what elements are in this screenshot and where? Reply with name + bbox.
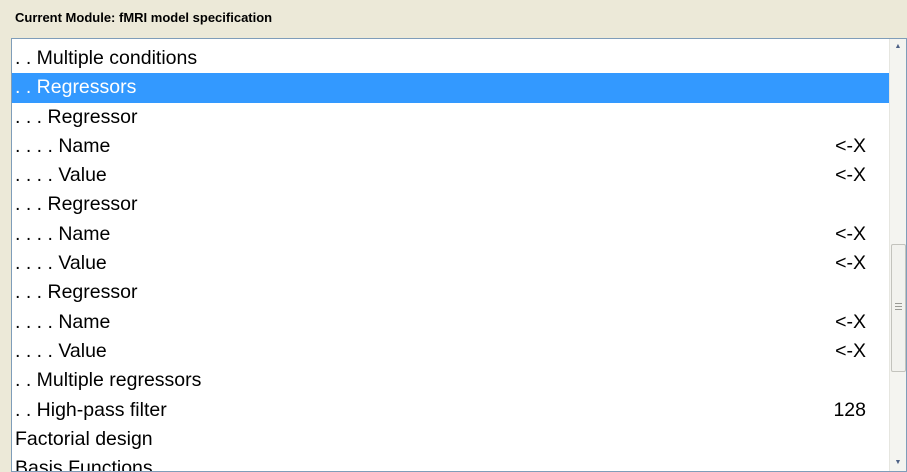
list-rows: . . Multiple conditions . . Regressors . .…	[12, 44, 890, 472]
list-item-label: . . Multiple regressors	[15, 369, 202, 392]
vertical-scrollbar[interactable]: ▲ ▼	[889, 39, 906, 471]
list-item[interactable]: . . Multiple conditions	[12, 44, 890, 73]
list-item-label: . . . . Value	[15, 164, 107, 187]
list-item[interactable]: Basis Functions	[12, 454, 890, 472]
list-item[interactable]: . . . . Name <-X	[12, 220, 890, 249]
list-item-value: <-X	[835, 310, 866, 333]
list-item[interactable]: . . . . Value <-X	[12, 161, 890, 190]
list-item-label: . . . Regressor	[15, 193, 138, 216]
module-header: Current Module: fMRI model specification	[0, 0, 907, 38]
list-item-label: Factorial design	[15, 427, 153, 450]
list-item-label: . . . . Name	[15, 222, 111, 245]
list-item-label: . . . . Name	[15, 310, 111, 333]
list-item-label: . . . . Name	[15, 134, 111, 157]
list-item[interactable]: . . Regressors	[12, 73, 890, 103]
list-item-label: . . Regressors	[15, 76, 137, 99]
module-title: Current Module: fMRI model specification	[15, 10, 273, 25]
list-item[interactable]: . . High-pass filter 128	[12, 396, 890, 425]
list-item-value: <-X	[835, 339, 866, 362]
list-item-label: . . . . Value	[15, 252, 107, 275]
list-item-label: . . . Regressor	[15, 105, 138, 128]
list-item[interactable]: . . . Regressor	[12, 103, 890, 132]
list-item-value: 128	[833, 398, 866, 421]
list-item[interactable]: . . . Regressor	[12, 190, 890, 219]
list-item-label: . . . Regressor	[15, 281, 138, 304]
grip-icon	[895, 303, 902, 310]
list-item[interactable]: . . . . Value <-X	[12, 337, 890, 366]
list-item-label: . . . . Value	[15, 339, 107, 362]
list-item-value: <-X	[835, 164, 866, 187]
scroll-up-arrow-icon[interactable]: ▲	[890, 39, 906, 55]
list-item-value: <-X	[835, 222, 866, 245]
list-item-value: <-X	[835, 252, 866, 275]
scrollbar-thumb[interactable]	[891, 244, 906, 372]
list-item[interactable]: Factorial design	[12, 425, 890, 454]
list-item-label: . . High-pass filter	[15, 398, 167, 421]
module-tree-list[interactable]: . . Multiple conditions . . Regressors . .…	[11, 38, 907, 472]
list-item[interactable]: . . . Regressor	[12, 278, 890, 307]
list-item[interactable]: . . . . Value <-X	[12, 249, 890, 278]
list-item-label: . . Multiple conditions	[15, 47, 198, 69]
list-item[interactable]: . . Multiple regressors	[12, 366, 890, 395]
list-item-label: Basis Functions	[15, 457, 153, 472]
list-item[interactable]: . . . . Name <-X	[12, 308, 890, 337]
list-item-value: <-X	[835, 134, 866, 157]
list-item[interactable]: . . . . Name <-X	[12, 132, 890, 161]
scroll-down-arrow-icon[interactable]: ▼	[890, 455, 906, 471]
